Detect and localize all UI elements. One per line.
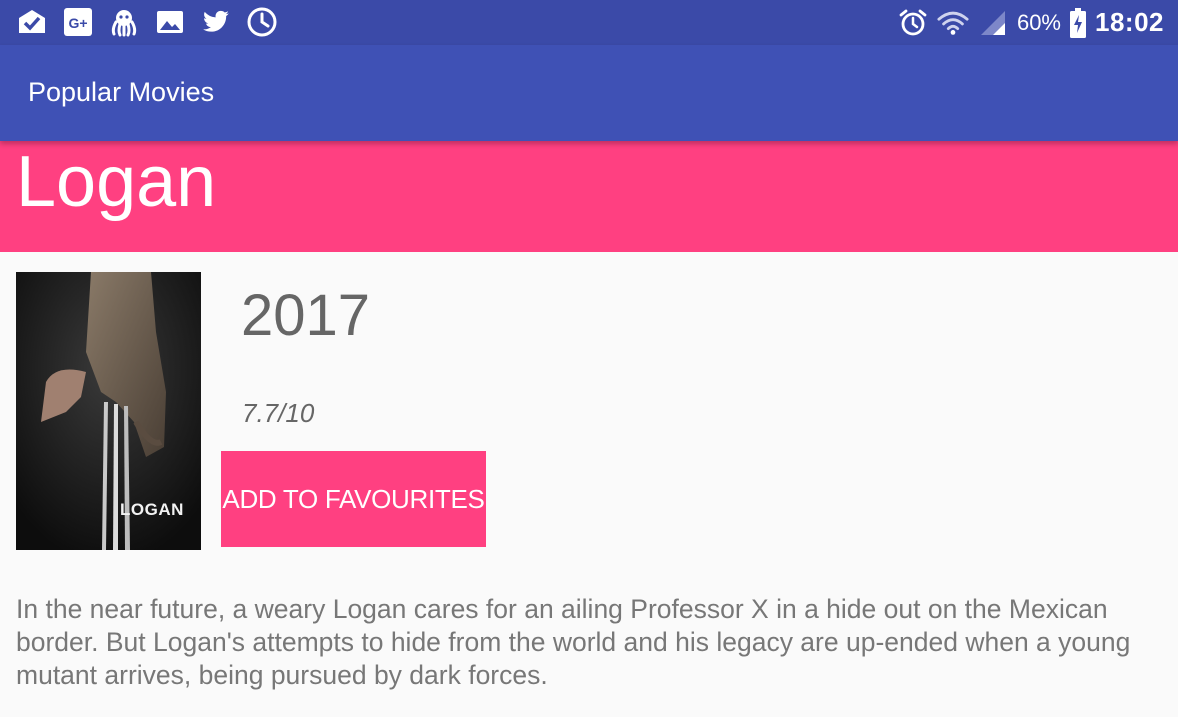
clock-icon [246,6,278,38]
wifi-icon [937,7,969,39]
alarm-icon [897,7,929,39]
poster-title-text: LOGAN [120,500,184,519]
movie-title: Logan [16,142,217,222]
octopus-icon [108,6,140,38]
vote-rating: 7.7/10 [242,398,315,428]
signal-icon [977,7,1009,39]
system-status: 60% 18:02 [897,0,1164,45]
movie-poster: LOGAN [16,272,201,550]
status-bar: G+ 60% 18:02 [0,0,1178,45]
battery-percent: 60% [1016,9,1061,35]
add-to-favourites-button[interactable]: ADD TO FAVOURITES [221,451,486,547]
google-plus-icon: G+ [62,6,94,38]
mail-check-icon [16,6,48,38]
image-icon [154,6,186,38]
battery-charging-icon [1069,7,1087,39]
app-title: Popular Movies [28,77,215,107]
movie-title-banner: Logan [0,141,1178,252]
movie-overview: In the near future, a weary Logan cares … [16,594,1131,690]
release-year: 2017 [241,283,371,348]
clock-time: 18:02 [1095,7,1164,37]
svg-text:G+: G+ [68,15,87,31]
notification-icons: G+ [16,4,278,40]
app-bar: Popular Movies [0,45,1178,141]
twitter-icon [200,6,232,38]
